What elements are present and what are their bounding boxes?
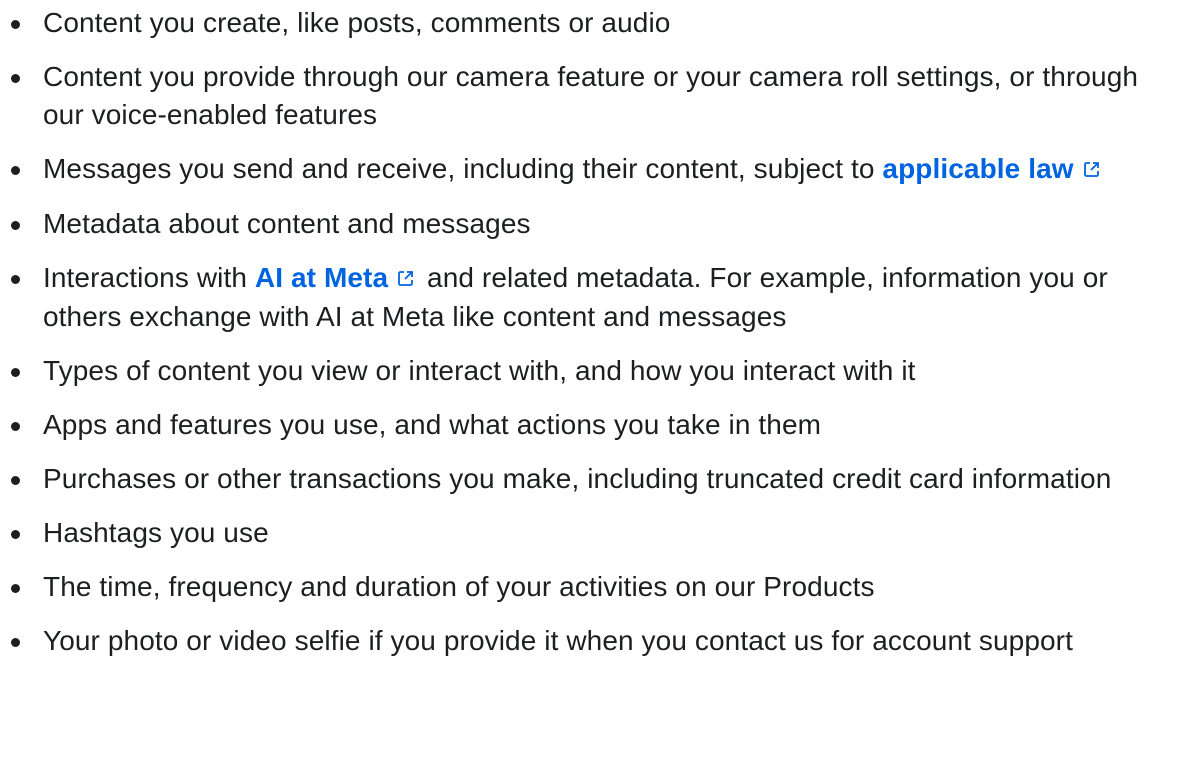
list-item: Metadata about content and messages <box>0 205 1179 243</box>
list-item: Content you provide through our camera f… <box>0 58 1179 134</box>
list-item-text: Messages you send and receive, including… <box>43 153 883 184</box>
bullet-icon <box>11 166 20 175</box>
bullet-icon <box>11 584 20 593</box>
list-item-text: Types of content you view or interact wi… <box>43 355 916 386</box>
list-item-text: Content you create, like posts, comments… <box>43 7 671 38</box>
list-item-text: Hashtags you use <box>43 517 269 548</box>
list-item: Types of content you view or interact wi… <box>0 352 1179 390</box>
ai-at-meta-link-label: AI at Meta <box>254 262 389 293</box>
list-item: The time, frequency and duration of your… <box>0 568 1179 606</box>
bullet-icon <box>11 638 20 647</box>
list-item-text: The time, frequency and duration of your… <box>43 571 875 602</box>
bullet-icon <box>11 221 20 230</box>
bullet-icon <box>11 476 20 485</box>
list-item: Messages you send and receive, including… <box>0 150 1179 189</box>
list-item-text: Metadata about content and messages <box>43 208 531 239</box>
applicable-law-link-label: applicable law <box>882 153 1074 184</box>
bullet-icon <box>11 74 20 83</box>
list-item-text: Interactions with <box>43 262 255 293</box>
list-item: Interactions with AI at Meta and related… <box>0 259 1179 336</box>
list-item: Apps and features you use, and what acti… <box>0 406 1179 444</box>
applicable-law-link[interactable]: applicable law <box>882 153 1104 184</box>
list-item: Your photo or video selfie if you provid… <box>0 622 1179 660</box>
bullet-icon <box>11 275 20 284</box>
info-list: Content you create, like posts, comments… <box>0 4 1179 676</box>
list-item-text: Your photo or video selfie if you provid… <box>43 625 1073 656</box>
bullet-icon <box>11 20 20 29</box>
list-item: Content you create, like posts, comments… <box>0 4 1179 42</box>
list-item: Hashtags you use <box>0 514 1179 552</box>
bullet-icon <box>11 530 20 539</box>
external-link-icon[interactable] <box>396 260 415 298</box>
list-item-text: Purchases or other transactions you make… <box>43 463 1112 494</box>
list-item-text: Content you provide through our camera f… <box>43 61 1139 130</box>
list-item: Purchases or other transactions you make… <box>0 460 1179 498</box>
bullet-icon <box>11 368 20 377</box>
bullet-icon <box>11 422 20 431</box>
list-item-text: Apps and features you use, and what acti… <box>43 409 822 440</box>
external-link-icon[interactable] <box>1082 151 1101 189</box>
ai-at-meta-link[interactable]: AI at Meta <box>255 262 419 293</box>
